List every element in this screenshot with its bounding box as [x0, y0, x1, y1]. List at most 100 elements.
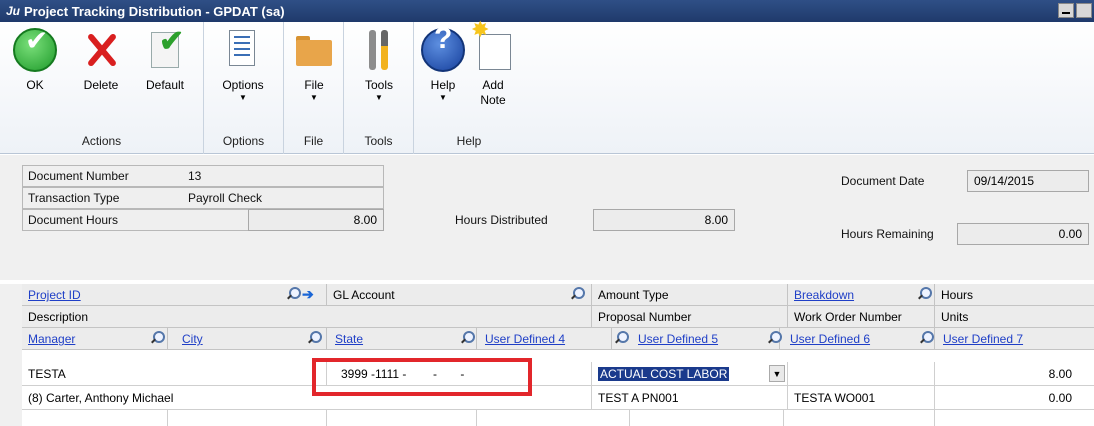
city-link[interactable]: City	[182, 332, 203, 346]
breakdown-link[interactable]: Breakdown	[794, 288, 854, 302]
hours-cell[interactable]: 8.00	[935, 362, 1094, 386]
col-city[interactable]: City	[168, 328, 327, 350]
chevron-down-icon: ▼	[375, 93, 383, 102]
group-label-help: Help	[456, 134, 482, 148]
ok-button[interactable]: OK	[4, 28, 66, 93]
col-proposal-number: Proposal Number	[592, 306, 788, 328]
group-label-options: Options	[222, 134, 265, 148]
gl-account-label: GL Account	[333, 288, 395, 302]
chevron-down-icon[interactable]: ▼	[769, 365, 785, 382]
lookup-icon[interactable]	[307, 331, 322, 345]
transaction-type-label: Transaction Type	[28, 191, 120, 205]
ribbon-group-file: File ▼ File	[284, 22, 344, 154]
options-label: Options	[222, 78, 264, 92]
user-defined-5-link[interactable]: User Defined 5	[638, 332, 718, 346]
project-id-link[interactable]: Project ID	[28, 288, 81, 302]
default-button[interactable]: ✔ Default	[134, 27, 196, 93]
lookup-icon[interactable]	[917, 287, 932, 301]
project-id-cell[interactable]: TESTA	[22, 362, 327, 386]
project-id-value: TESTA	[28, 367, 66, 381]
col-amount-type: Amount Type	[592, 284, 788, 306]
document-header: Document Number 13 Transaction Type Payr…	[0, 155, 1094, 280]
delete-button[interactable]: Delete	[70, 28, 132, 93]
tools-icon	[357, 28, 401, 72]
col-user-defined-5[interactable]: User Defined 5	[630, 328, 780, 350]
ribbon-group-options: Options ▼ Options	[204, 22, 284, 154]
hours-value: 8.00	[1048, 367, 1072, 381]
col-breakdown[interactable]: Breakdown	[788, 284, 935, 306]
title-bar: Ju Project Tracking Distribution - GPDAT…	[0, 0, 1094, 22]
state-link[interactable]: State	[335, 332, 363, 346]
proposal-number-label: Proposal Number	[598, 310, 692, 324]
user-defined-4-link[interactable]: User Defined 4	[485, 332, 565, 346]
col-units: Units	[935, 306, 1094, 328]
document-hours-field: 8.00	[248, 209, 384, 231]
add-note-icon: ✸	[471, 19, 515, 72]
description-value: (8) Carter, Anthony Michael	[28, 391, 174, 405]
window-title: Project Tracking Distribution - GPDAT (s…	[24, 3, 285, 19]
user-defined-6-link[interactable]: User Defined 6	[790, 332, 870, 346]
user-defined-7-link[interactable]: User Defined 7	[943, 332, 1023, 346]
add-note-label-line1: Add	[482, 78, 504, 92]
empty-cell[interactable]	[784, 410, 935, 426]
amount-type-value: ACTUAL COST LABOR	[598, 367, 730, 381]
proposal-number-cell[interactable]: TEST A PN001	[592, 386, 788, 410]
empty-cell[interactable]	[477, 410, 630, 426]
delete-label: Delete	[83, 78, 119, 92]
ribbon-group-actions: OK Delete ✔ Default Actions	[0, 22, 204, 154]
table-row[interactable]: TESTA 3999 -1111 - - - ACTUAL COST LABOR…	[22, 362, 1094, 386]
empty-cell[interactable]	[935, 410, 1094, 426]
file-button[interactable]: File ▼	[283, 28, 345, 103]
tools-button[interactable]: Tools ▼	[348, 28, 410, 103]
grid-left-margin	[0, 284, 22, 426]
table-row[interactable]: (8) Carter, Anthony Michael TEST A PN001…	[22, 386, 1094, 410]
lookup-icon[interactable]	[570, 287, 585, 301]
document-number-label: Document Number	[28, 169, 129, 183]
ribbon-group-tools: Tools ▼ Tools	[344, 22, 414, 154]
document-number-value: 13	[188, 169, 202, 183]
col-project-id[interactable]: Project ID	[22, 284, 327, 306]
description-label: Description	[28, 310, 89, 324]
expand-arrow-icon[interactable]: ➔	[302, 287, 314, 301]
description-cell[interactable]: (8) Carter, Anthony Michael	[22, 386, 592, 410]
breakdown-cell[interactable]	[788, 362, 935, 386]
folder-icon	[292, 28, 336, 72]
minimize-button[interactable]	[1058, 3, 1074, 18]
empty-cell[interactable]	[22, 410, 168, 426]
amount-type-cell[interactable]: ACTUAL COST LABOR ▼	[592, 362, 788, 386]
checkmark-icon	[13, 28, 57, 72]
col-manager[interactable]: Manager	[22, 328, 168, 350]
add-note-button[interactable]: ✸ Add Note	[462, 19, 524, 108]
units-cell[interactable]: 0.00	[935, 386, 1094, 410]
col-user-defined-6[interactable]: User Defined 6	[784, 328, 935, 350]
lookup-icon[interactable]	[150, 331, 165, 345]
tools-label: Tools	[364, 78, 393, 92]
add-note-label-line2: Note	[480, 93, 506, 107]
lookup-icon[interactable]	[919, 331, 934, 345]
maximize-button[interactable]	[1076, 3, 1092, 18]
empty-cell[interactable]	[327, 410, 477, 426]
options-button[interactable]: Options ▼	[212, 28, 274, 103]
lookup-icon[interactable]	[614, 331, 629, 345]
col-state[interactable]: State	[327, 328, 477, 350]
grid-header-row-1: Project ID ➔ GL Account Amount Type Brea…	[22, 284, 1094, 306]
empty-cell[interactable]	[630, 410, 784, 426]
work-order-number-value: TESTA WO001	[794, 391, 876, 405]
manager-link[interactable]: Manager	[28, 332, 75, 346]
col-user-defined-7[interactable]: User Defined 7	[935, 328, 1094, 350]
lookup-icon[interactable]	[286, 287, 301, 301]
col-user-defined-4[interactable]: User Defined 4	[477, 328, 612, 350]
hours-remaining-field: 0.00	[957, 223, 1089, 245]
transaction-type-value: Payroll Check	[188, 191, 263, 205]
work-order-number-cell[interactable]: TESTA WO001	[788, 386, 935, 410]
table-row[interactable]	[22, 410, 1094, 426]
document-date-label: Document Date	[841, 174, 925, 188]
empty-cell[interactable]	[168, 410, 327, 426]
lookup-icon[interactable]	[767, 331, 782, 345]
gl-account-cell[interactable]: 3999 -1111 - - -	[327, 362, 592, 386]
document-date-field[interactable]: 09/14/2015	[967, 170, 1089, 192]
ok-label: OK	[26, 78, 44, 92]
lookup-icon[interactable]	[460, 331, 475, 345]
amount-type-label: Amount Type	[598, 288, 669, 302]
hours-remaining-label: Hours Remaining	[841, 227, 934, 241]
